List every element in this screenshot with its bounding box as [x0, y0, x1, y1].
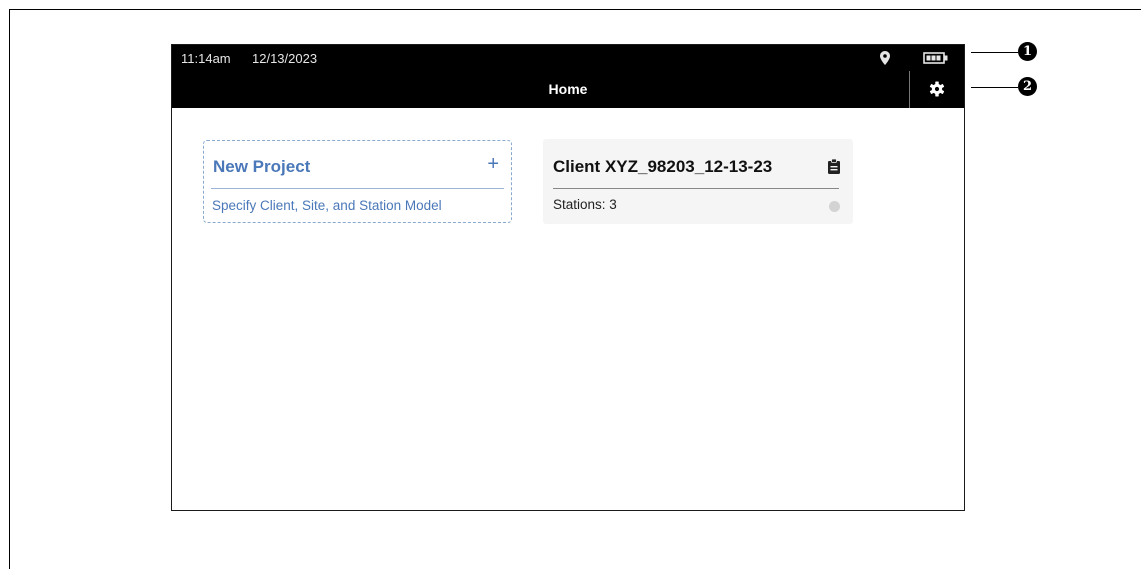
callout-line-1 [971, 52, 1018, 53]
callout-badge-2: 2 [1018, 77, 1037, 96]
new-project-card[interactable]: New Project + Specify Client, Site, and … [203, 140, 512, 223]
plus-icon: + [487, 153, 499, 175]
battery-icon [923, 52, 948, 64]
project-divider [553, 188, 839, 189]
page-title: Home [548, 81, 588, 97]
status-bar: 11:14am 12/13/2023 [172, 45, 964, 71]
callout-badge-1: 1 [1018, 42, 1037, 61]
callout-line-2 [971, 87, 1018, 88]
settings-button[interactable] [910, 71, 964, 108]
device-screen: 11:14am 12/13/2023 Home New Project + Sp… [171, 44, 965, 511]
project-card[interactable]: Client XYZ_98203_12-13-23 Stations: 3 [543, 139, 853, 224]
gear-icon [929, 81, 945, 97]
location-pin-icon [880, 51, 890, 65]
status-indicator [829, 201, 840, 212]
status-time: 11:14am [181, 51, 231, 66]
project-stations: Stations: 3 [553, 197, 617, 212]
project-title: Client XYZ_98203_12-13-23 [553, 157, 773, 176]
clipboard-icon[interactable] [828, 159, 840, 174]
new-project-divider [211, 188, 504, 189]
status-date: 12/13/2023 [252, 51, 318, 66]
new-project-subtitle: Specify Client, Site, and Station Model [212, 198, 442, 213]
new-project-title: New Project [213, 157, 311, 176]
title-bar: Home [172, 71, 964, 108]
